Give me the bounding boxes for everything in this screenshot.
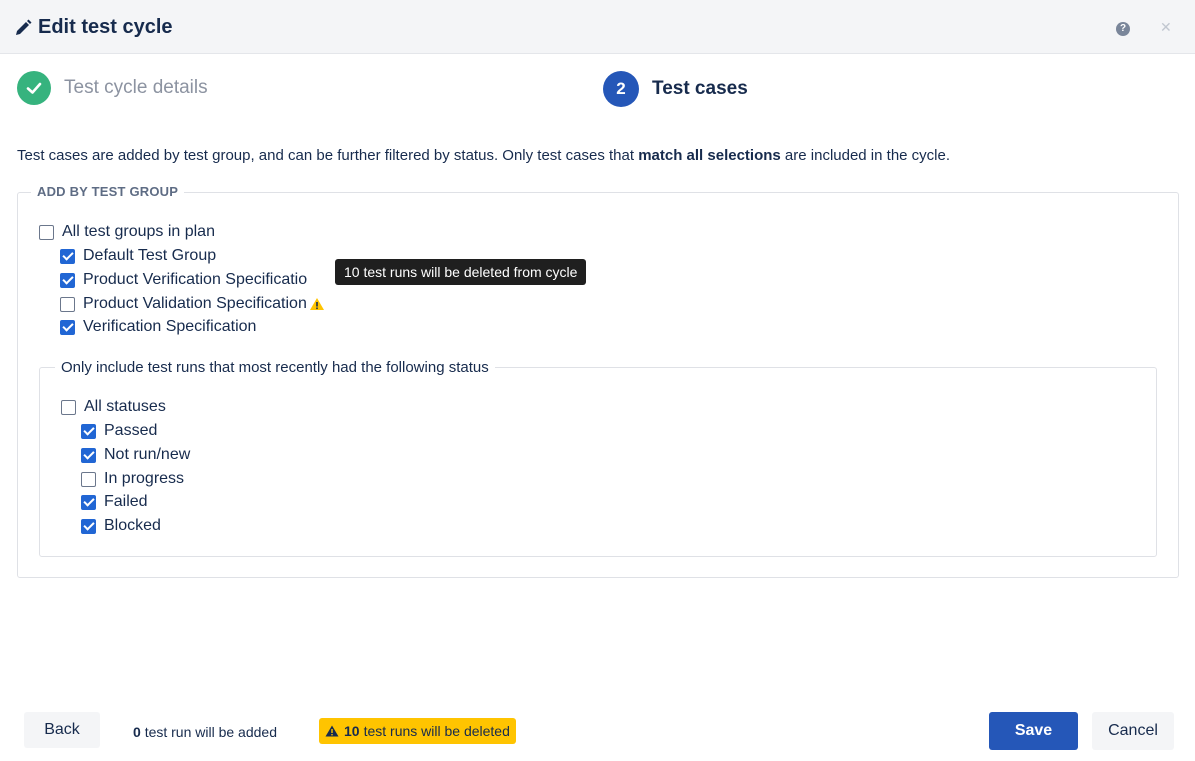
save-button[interactable]: Save [989, 712, 1078, 750]
intro-after: are included in the cycle. [780, 147, 951, 164]
status-blocked[interactable]: Blocked [81, 517, 161, 535]
check-icon [17, 71, 51, 105]
step-number: 2 [603, 71, 639, 107]
checkbox[interactable] [60, 272, 75, 288]
added-count: 0 [133, 724, 141, 740]
intro-before: Test cases are added by test group, and … [17, 147, 639, 164]
deleted-label: test runs will be deleted [363, 723, 510, 739]
checkbox[interactable] [81, 423, 96, 439]
all-test-groups-checkbox[interactable]: All test groups in plan [39, 223, 215, 241]
checkbox[interactable] [61, 399, 76, 415]
checkbox[interactable] [60, 248, 75, 264]
step-test-cases[interactable]: 2 Test cases [603, 71, 748, 107]
delete-warning-tooltip: 10 test runs will be deleted from cycle [335, 259, 587, 285]
checkbox[interactable] [81, 518, 96, 534]
checkbox-label: Failed [104, 493, 148, 510]
group-verification-spec[interactable]: Verification Specification [60, 318, 256, 336]
checkbox[interactable] [39, 224, 54, 240]
group-product-verification-spec[interactable]: Product Verification Specificatio [60, 271, 307, 289]
checkbox-label: Passed [104, 422, 158, 439]
checkbox-label: Product Verification Specificatio [83, 271, 308, 288]
step-label: Test cases [652, 78, 748, 99]
checkbox[interactable] [81, 471, 96, 487]
deleted-count: 10 [344, 723, 360, 739]
status-fieldset [39, 367, 1157, 557]
dialog-title-text: Edit test cycle [38, 16, 173, 38]
checkbox[interactable] [60, 296, 75, 312]
checkbox-label: Blocked [104, 517, 161, 534]
checkbox-label: Product Validation Specification [83, 295, 307, 312]
back-button[interactable]: Back [24, 712, 100, 748]
checkbox[interactable] [60, 319, 75, 335]
status-not-run-new[interactable]: Not run/new [81, 446, 190, 464]
question-icon[interactable]: ? [1116, 22, 1130, 36]
checkbox-label: All statuses [84, 398, 166, 415]
cancel-button[interactable]: Cancel [1092, 712, 1174, 750]
group-default-test-group[interactable]: Default Test Group [60, 247, 216, 265]
dialog-header: Edit test cycle ? ✕ [0, 0, 1195, 54]
status-passed[interactable]: Passed [81, 422, 157, 440]
close-icon[interactable]: ✕ [1160, 19, 1172, 36]
checkbox[interactable] [81, 447, 96, 463]
checkbox-label: Default Test Group [83, 247, 217, 264]
deleted-count-badge: 10 test runs will be deleted [319, 718, 516, 744]
checkbox-label: All test groups in plan [62, 223, 215, 240]
checkbox-label: Not run/new [104, 446, 191, 463]
all-statuses-checkbox[interactable]: All statuses [61, 398, 166, 416]
added-count-text: 0 test run will be added [133, 724, 277, 740]
warning-icon [309, 298, 324, 310]
checkbox[interactable] [81, 494, 96, 510]
added-label: test run will be added [144, 724, 277, 740]
dialog-title: Edit test cycle [14, 16, 173, 39]
step-test-cycle-details[interactable]: Test cycle details [17, 71, 208, 105]
pencil-icon [16, 19, 32, 35]
status-legend: Only include test runs that most recentl… [55, 359, 495, 376]
checkbox-label: Verification Specification [83, 318, 257, 335]
status-failed[interactable]: Failed [81, 493, 148, 511]
warning-icon [325, 725, 339, 737]
intro-bold: match all selections [638, 147, 781, 164]
checkbox-label: In progress [104, 470, 185, 487]
status-in-progress[interactable]: In progress [81, 470, 184, 488]
test-group-legend: ADD BY TEST GROUP [31, 184, 185, 199]
group-product-validation-spec[interactable]: Product Validation Specification [60, 295, 325, 313]
intro-text: Test cases are added by test group, and … [17, 147, 950, 164]
step-label: Test cycle details [64, 77, 208, 98]
